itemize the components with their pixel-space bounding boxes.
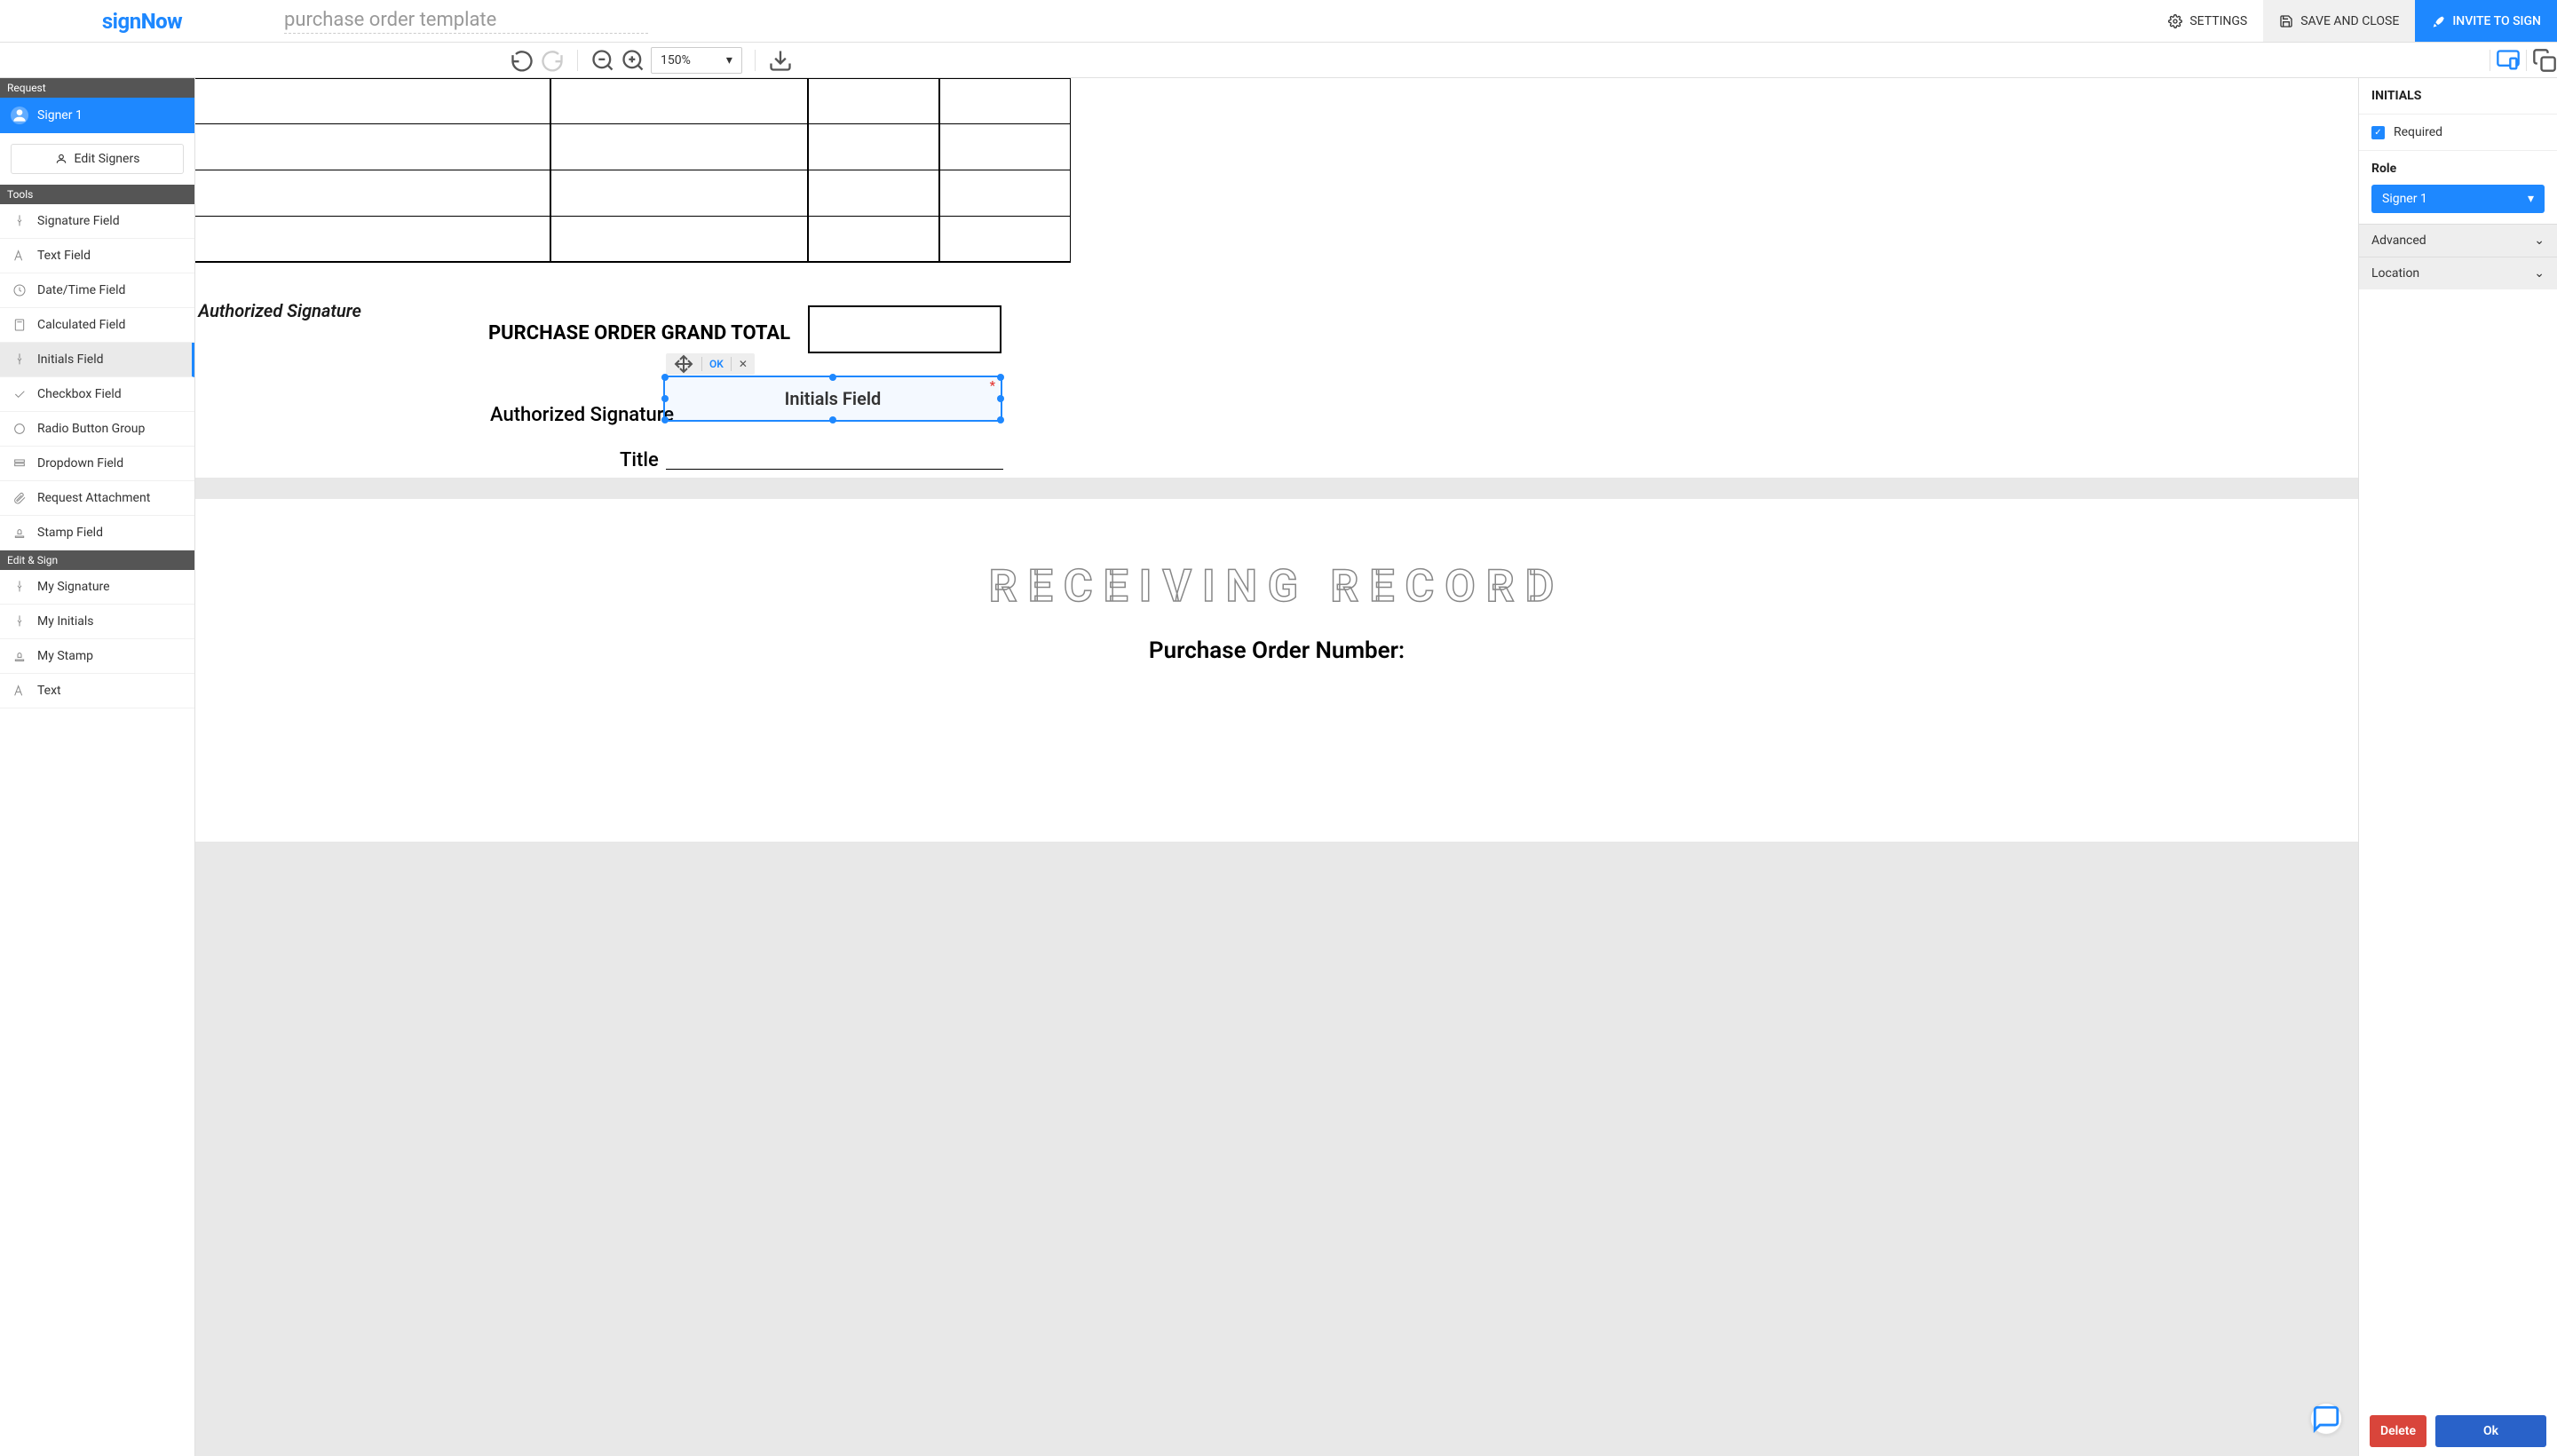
edit-signers-button[interactable]: Edit Signers [11, 144, 184, 174]
title-label: Title [620, 449, 659, 471]
move-handle-icon[interactable] [666, 353, 701, 375]
role-label: Role [2371, 162, 2545, 176]
title-line [666, 469, 1003, 470]
sidebar: Request Signer 1 Edit Signers Tools Sign… [0, 78, 195, 1456]
sidebar-section-tools: Tools [0, 185, 194, 204]
resize-handle[interactable] [997, 416, 1004, 423]
text-icon [12, 684, 27, 698]
tool-dropdown-field[interactable]: Dropdown Field [0, 447, 194, 481]
receiving-record-heading: RECEIVING RECORD [231, 561, 2323, 613]
zoom-out-button[interactable] [590, 48, 615, 73]
location-accordion[interactable]: Location ⌄ [2359, 257, 2557, 289]
signer-row[interactable]: Signer 1 [0, 98, 194, 133]
signature-icon [12, 580, 27, 594]
required-checkbox-row[interactable]: ✓ Required [2359, 115, 2557, 151]
initials-field-overlay[interactable]: Initials Field * [663, 376, 1002, 422]
copy-icon[interactable] [2532, 48, 2557, 73]
tool-initials-field[interactable]: Initials Field [0, 343, 194, 377]
person-icon [55, 153, 67, 165]
download-button[interactable] [768, 48, 793, 73]
document-name-input[interactable]: purchase order template [284, 9, 648, 34]
auth-sig-note: out Authorized Signature [195, 300, 361, 321]
redo-button[interactable] [540, 48, 565, 73]
ok-button[interactable]: Ok [2435, 1415, 2546, 1447]
required-star-icon: * [990, 379, 995, 393]
undo-button[interactable] [510, 48, 534, 73]
tool-request-attachment[interactable]: Request Attachment [0, 481, 194, 516]
sidebar-section-request: Request [0, 78, 194, 98]
tool-checkbox-field[interactable]: Checkbox Field [0, 377, 194, 412]
tool-datetime-field[interactable]: Date/Time Field [0, 273, 194, 308]
save-and-close-button[interactable]: SAVE AND CLOSE [2263, 0, 2415, 42]
checkbox-icon[interactable]: ✓ [2371, 126, 2385, 139]
tool-stamp-field[interactable]: Stamp Field [0, 516, 194, 550]
logo: signNow [0, 9, 284, 34]
dropdown-icon [12, 456, 27, 471]
person-icon [11, 107, 28, 124]
table [195, 78, 1071, 263]
tool-my-initials[interactable]: My Initials [0, 605, 194, 639]
document-page: out Authorized Signature PURCHASE ORDER … [195, 78, 2358, 478]
attachment-icon [12, 491, 27, 505]
text-icon [12, 249, 27, 263]
document-page: RECEIVING RECORD Purchase Order Number: [195, 499, 2358, 842]
zoom-select[interactable]: 150% ▾ [651, 47, 742, 74]
properties-title: INITIALS [2359, 78, 2557, 115]
resize-handle[interactable] [829, 416, 836, 423]
feather-icon [2431, 14, 2445, 28]
chevron-down-icon: ⌄ [2534, 233, 2545, 248]
tool-my-stamp[interactable]: My Stamp [0, 639, 194, 674]
chevron-down-icon: ▾ [2528, 192, 2534, 206]
tool-radio-button-group[interactable]: Radio Button Group [0, 412, 194, 447]
signature-icon [12, 214, 27, 228]
grand-total-box [808, 305, 1001, 353]
resize-handle[interactable] [661, 374, 669, 381]
stamp-icon [12, 649, 27, 663]
chat-button[interactable] [2310, 1403, 2342, 1435]
delete-button[interactable]: Delete [2370, 1415, 2426, 1447]
po-number-label: Purchase Order Number: [231, 637, 2323, 664]
tool-calculated-field[interactable]: Calculated Field [0, 308, 194, 343]
resize-handle[interactable] [661, 416, 669, 423]
calculator-icon [12, 318, 27, 332]
header: signNow purchase order template SETTINGS… [0, 0, 2557, 43]
tool-text-field[interactable]: Text Field [0, 239, 194, 273]
tool-my-signature[interactable]: My Signature [0, 570, 194, 605]
canvas[interactable]: out Authorized Signature PURCHASE ORDER … [195, 78, 2358, 1456]
toolbar: 150% ▾ [0, 43, 2557, 78]
resize-handle[interactable] [997, 374, 1004, 381]
advanced-accordion[interactable]: Advanced ⌄ [2359, 224, 2557, 257]
chevron-down-icon: ▾ [726, 53, 732, 67]
resize-handle[interactable] [997, 395, 1004, 402]
grand-total-label: PURCHASE ORDER GRAND TOTAL [488, 322, 790, 344]
properties-panel: INITIALS ✓ Required Role Signer 1 ▾ Adva… [2358, 78, 2557, 1456]
chevron-down-icon: ⌄ [2534, 266, 2545, 281]
responsive-view-button[interactable] [2496, 48, 2521, 73]
tool-text[interactable]: Text [0, 674, 194, 708]
authorized-signature-label: Authorized Signature [490, 404, 674, 426]
initials-icon [12, 614, 27, 629]
field-close-button[interactable]: ✕ [732, 353, 755, 375]
save-icon [2279, 14, 2293, 28]
resize-handle[interactable] [661, 395, 669, 402]
zoom-in-button[interactable] [621, 48, 645, 73]
resize-handle[interactable] [829, 374, 836, 381]
field-ok-button[interactable]: OK [702, 353, 731, 375]
gear-icon [2168, 14, 2182, 28]
stamp-icon [12, 526, 27, 540]
sidebar-section-editsign: Edit & Sign [0, 550, 194, 570]
role-select[interactable]: Signer 1 ▾ [2371, 185, 2545, 213]
initials-icon [12, 352, 27, 367]
invite-to-sign-button[interactable]: INVITE TO SIGN [2415, 0, 2557, 42]
field-toolbar: OK ✕ [666, 353, 755, 375]
clock-icon [12, 283, 27, 297]
tool-signature-field[interactable]: Signature Field [0, 204, 194, 239]
settings-button[interactable]: SETTINGS [2152, 0, 2263, 42]
radio-icon [12, 422, 27, 436]
check-icon [12, 387, 27, 401]
